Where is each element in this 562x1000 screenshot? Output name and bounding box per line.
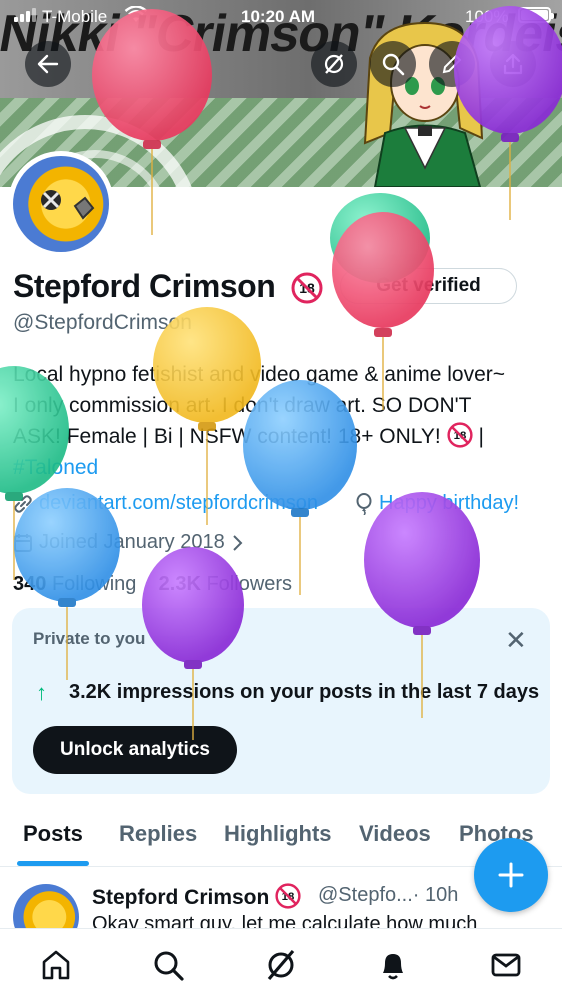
grok-button[interactable] [311, 41, 357, 87]
private-label: Private to you [33, 629, 146, 648]
post-time: · 10h [412, 884, 459, 906]
status-bar: T-Mobile 10:20 AM 100% [0, 0, 562, 34]
nav-messages[interactable] [488, 947, 524, 983]
following-count: 340 [13, 573, 47, 595]
profile-avatar[interactable] [8, 151, 114, 257]
followers-count: 2.3K [158, 573, 201, 595]
joined-row[interactable]: Joined January 2018 [13, 531, 243, 554]
profile-bio: Local hypno fetishist and video game & a… [13, 359, 553, 483]
arrow-up-icon: ↑ [36, 680, 47, 705]
banner-character-illustration [363, 21, 484, 187]
tab-videos[interactable]: Videos [359, 821, 431, 847]
tab-highlights[interactable]: Highlights [224, 821, 332, 847]
post-handle-text: @Stepfo... [318, 884, 413, 906]
home-icon [42, 950, 70, 980]
analytics-card: Private to you ✕ ↑ 3.2K impressions on y… [12, 608, 550, 794]
website-link[interactable]: deviantart.com/stepfordcrimson [39, 492, 318, 515]
bio-line-2: I only commission art. I don't draw art.… [13, 394, 472, 417]
clock: 10:20 AM [241, 7, 316, 26]
plus-icon [498, 862, 524, 888]
bio-line-3-end: | [478, 425, 484, 448]
search-icon [382, 53, 405, 76]
carrier-label: T-Mobile [42, 7, 108, 26]
share-icon [503, 53, 523, 75]
link-icon [14, 494, 32, 513]
bottom-nav [0, 928, 562, 1000]
battery-percent: 100% [465, 7, 509, 26]
post-author-name[interactable]: Stepford Crimson 18 [92, 883, 301, 910]
18-plus-icon: 18 [275, 883, 301, 909]
bio-line-3-text: ASK! Female | Bi | NSFW content! 18+ ONL… [13, 425, 441, 448]
grok-icon [324, 54, 344, 74]
unlock-analytics-button[interactable]: Unlock analytics [33, 726, 237, 774]
search-button[interactable] [370, 41, 416, 87]
search-icon [154, 951, 184, 981]
post-handle: @Stepfo...· 10h [318, 884, 458, 907]
chevron-right-icon [232, 534, 243, 551]
active-tab-indicator [17, 861, 89, 866]
birthday-row: Happy birthday! [355, 492, 519, 515]
impressions-text: 3.2K impressions on your posts in the la… [69, 681, 540, 703]
nav-search[interactable] [150, 947, 186, 983]
back-button[interactable] [25, 41, 71, 87]
edit-icon [442, 54, 462, 74]
followers-label: Followers [206, 573, 293, 595]
wifi-icon [124, 6, 148, 22]
get-verified-button[interactable]: Get verified [340, 268, 517, 304]
share-button[interactable] [490, 41, 536, 87]
follow-stats: 340 Following 2.3K Followers [13, 573, 292, 596]
calendar-icon [14, 533, 32, 552]
nav-notifications[interactable] [375, 947, 411, 983]
18-plus-icon: 18 [447, 422, 473, 448]
messages-icon [491, 953, 521, 977]
birthday-text: Happy birthday! [379, 492, 520, 514]
profile-name: Stepford Crimson [13, 268, 276, 304]
bio-line-3: ASK! Female | Bi | NSFW content! 18+ ONL… [13, 421, 553, 452]
balloon-icon [356, 492, 372, 515]
compose-button[interactable] [474, 838, 548, 912]
grok-icon [267, 949, 295, 981]
nav-home[interactable] [38, 947, 74, 983]
website-row[interactable]: deviantart.com/stepfordcrimson [13, 492, 318, 515]
following-link[interactable]: 340 Following [13, 573, 136, 595]
following-label: Following [51, 573, 137, 595]
tab-posts[interactable]: Posts [23, 821, 83, 847]
avatar-image [13, 156, 109, 252]
notifications-icon [383, 954, 403, 980]
profile-handle: @StepfordCrimson [13, 311, 192, 334]
edit-button[interactable] [429, 41, 475, 87]
joined-date: Joined January 2018 [39, 531, 225, 553]
bio-hashtag-link[interactable]: #Taloned [13, 456, 98, 479]
close-icon[interactable]: ✕ [505, 625, 527, 656]
back-arrow-icon [37, 54, 59, 74]
bio-line-1: Local hypno fetishist and video game & a… [13, 363, 506, 386]
signal-icon [14, 8, 36, 22]
nav-grok[interactable] [263, 947, 299, 983]
followers-link[interactable]: 2.3K Followers [159, 573, 292, 595]
tab-replies[interactable]: Replies [119, 821, 197, 847]
post-author-label: Stepford Crimson [92, 886, 270, 909]
18-plus-icon: 18 [291, 272, 323, 304]
battery-icon [518, 7, 554, 23]
